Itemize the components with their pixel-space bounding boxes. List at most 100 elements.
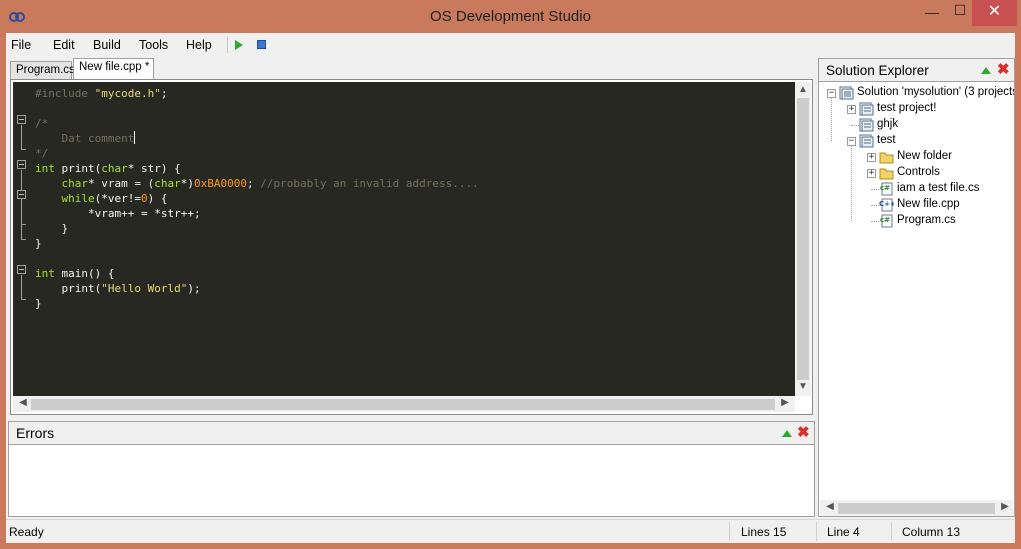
tree-item[interactable]: − Solution 'mysolution' (3 projects) <box>819 85 1014 101</box>
menu-file[interactable]: File <box>11 38 31 52</box>
fold-toggle[interactable] <box>17 265 26 274</box>
code-token: int <box>35 162 55 175</box>
code-token: } <box>35 237 42 250</box>
play-icon[interactable] <box>235 40 243 50</box>
menu-build[interactable]: Build <box>93 38 121 52</box>
code-editor[interactable]: #include "mycode.h";/* Dat comment */int … <box>13 82 795 396</box>
svg-text:c#: c# <box>880 184 890 192</box>
cpp-file-icon: C++ <box>879 198 896 212</box>
code-editor-frame: #include "mycode.h";/* Dat comment */int … <box>10 79 813 415</box>
svg-text:c#: c# <box>880 216 890 224</box>
tab-program-cs[interactable]: Program.cs <box>10 61 75 79</box>
code-token: 0 <box>140 192 148 205</box>
menu-bar: File Edit Build Tools Help <box>6 33 1015 57</box>
code-line[interactable]: } <box>35 236 479 251</box>
scroll-thumb[interactable] <box>838 503 995 514</box>
expand-icon[interactable]: + <box>867 153 876 162</box>
code-text[interactable]: #include "mycode.h";/* Dat comment */int … <box>35 86 479 311</box>
code-token: print( <box>54 162 102 175</box>
code-line[interactable]: while(*ver!=0) { <box>35 191 479 206</box>
code-line[interactable]: #include "mycode.h"; <box>35 86 479 101</box>
code-line[interactable]: *vram++ = *str++; <box>35 206 479 221</box>
project-icon <box>859 134 874 148</box>
code-token: *) <box>180 177 194 190</box>
close-window-button[interactable]: ✕ <box>972 0 1017 26</box>
code-token: (*ver!= <box>94 192 141 205</box>
code-token: //probably an invalid address.... <box>260 177 479 190</box>
status-bar: Ready Lines 15 Line 4 Column 13 <box>6 519 1015 543</box>
svg-text:C++: C++ <box>879 200 894 208</box>
toolbar-separator <box>227 37 228 53</box>
code-token: ; <box>246 177 261 190</box>
scroll-left-icon[interactable]: ◀ <box>15 397 31 408</box>
tree-item-label: test <box>877 134 896 146</box>
editor-vertical-scrollbar[interactable]: ▲ ▼ <box>795 82 811 396</box>
errors-list[interactable] <box>8 444 815 517</box>
code-line[interactable] <box>35 101 479 116</box>
code-line[interactable]: int print(char* str) { <box>35 161 479 176</box>
code-token: char <box>61 177 89 190</box>
code-token: print( <box>35 282 102 295</box>
stop-icon[interactable] <box>257 40 266 49</box>
scroll-up-icon[interactable]: ▲ <box>795 84 811 95</box>
fold-toggle[interactable] <box>17 160 26 169</box>
tree-item[interactable]: − test <box>819 133 1014 149</box>
code-line[interactable]: */ <box>35 146 479 161</box>
scroll-down-icon[interactable]: ▼ <box>795 381 811 392</box>
code-token: ); <box>187 282 201 295</box>
scroll-right-icon[interactable]: ▶ <box>777 397 793 408</box>
tree-item[interactable]: + New folder <box>819 149 1014 165</box>
expand-icon[interactable]: + <box>847 105 856 114</box>
scroll-thumb[interactable] <box>31 399 775 410</box>
tree-item[interactable]: + test project! <box>819 101 1014 117</box>
scroll-thumb[interactable] <box>797 98 809 380</box>
menu-tools[interactable]: Tools <box>139 38 168 52</box>
collapse-up-icon[interactable] <box>782 430 792 437</box>
code-token: char <box>101 162 128 175</box>
tree-item-label: New folder <box>897 150 952 162</box>
collapse-up-icon[interactable] <box>981 67 991 74</box>
code-line[interactable] <box>35 251 479 266</box>
errors-pane-title: Errors <box>16 425 55 441</box>
expand-icon[interactable]: + <box>867 169 876 178</box>
status-line: Line 4 <box>827 525 860 539</box>
code-token: "mycode.h" <box>94 87 161 100</box>
code-line[interactable]: print("Hello World"); <box>35 281 479 296</box>
tree-item[interactable]: C++New file.cpp <box>819 197 1014 213</box>
tree-item[interactable]: + Controls <box>819 165 1014 181</box>
tree-horizontal-scrollbar[interactable]: ◀ ▶ <box>820 500 1013 516</box>
minimize-button[interactable]: — <box>918 4 946 32</box>
code-line[interactable]: char* vram = (char*)0xBA0000; //probably… <box>35 176 479 191</box>
scroll-right-icon[interactable]: ▶ <box>997 501 1013 512</box>
tree-item[interactable]: c# Program.cs <box>819 213 1014 229</box>
code-line[interactable]: /* <box>35 116 479 131</box>
title-bar[interactable]: OS Development Studio — ☐ ✕ <box>0 0 1021 33</box>
code-line[interactable]: int main() { <box>35 266 479 281</box>
fold-toggle[interactable] <box>17 190 26 199</box>
scroll-left-icon[interactable]: ◀ <box>822 501 838 512</box>
tree-item-label: New file.cpp <box>897 198 960 210</box>
code-line[interactable]: } <box>35 296 479 311</box>
menu-help[interactable]: Help <box>186 38 212 52</box>
solution-explorer-title: Solution Explorer <box>826 63 929 78</box>
tree-item[interactable]: c# iam a test file.cs <box>819 181 1014 197</box>
fold-toggle[interactable] <box>17 115 26 124</box>
close-pane-icon[interactable]: ✖ <box>997 62 1010 77</box>
close-pane-icon[interactable]: ✖ <box>797 425 810 440</box>
tree-item[interactable]: ghjk <box>819 117 1014 133</box>
menu-edit[interactable]: Edit <box>53 38 75 52</box>
editor-horizontal-scrollbar[interactable]: ◀ ▶ <box>13 396 795 412</box>
tree-item-label: Solution 'mysolution' (3 projects) <box>857 86 1015 98</box>
code-token: ) { <box>147 192 168 205</box>
code-line[interactable]: Dat comment <box>35 131 479 146</box>
solution-icon <box>839 86 854 100</box>
code-token: 0xBA0000 <box>193 177 247 190</box>
code-token: char <box>154 177 181 190</box>
code-line[interactable]: } <box>35 221 479 236</box>
status-column: Column 13 <box>902 525 961 539</box>
tab-new-file-cpp[interactable]: New file.cpp * <box>73 58 154 79</box>
folder-icon <box>879 150 894 164</box>
maximize-button[interactable]: ☐ <box>946 2 974 30</box>
code-token: Dat comment <box>35 132 135 145</box>
